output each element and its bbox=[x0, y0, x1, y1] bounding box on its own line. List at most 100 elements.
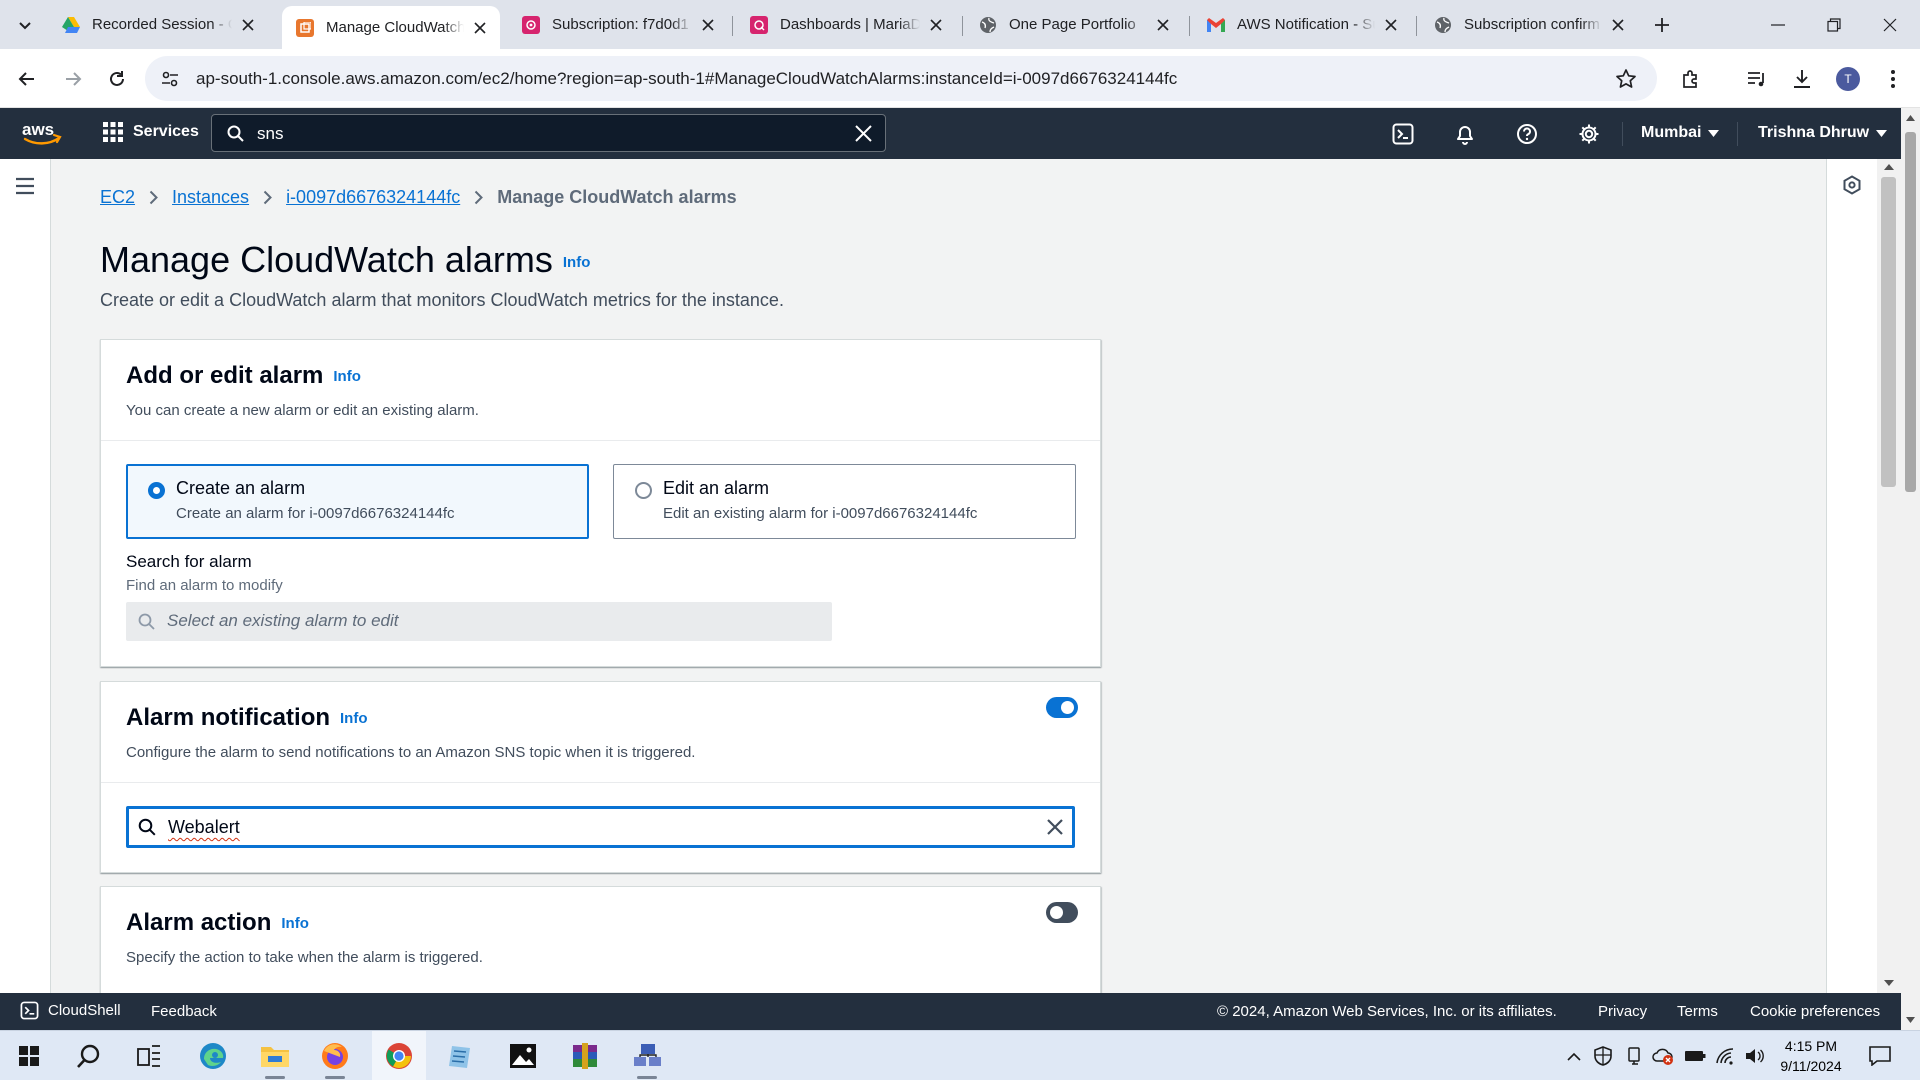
close-tab-icon[interactable] bbox=[1153, 15, 1173, 35]
terms-link[interactable]: Terms bbox=[1677, 1003, 1718, 1020]
page-scrollbar[interactable] bbox=[1877, 159, 1901, 993]
wifi-tray-icon[interactable] bbox=[1714, 1045, 1736, 1067]
aws-search-input[interactable]: sns bbox=[211, 114, 886, 152]
clear-search-icon[interactable] bbox=[855, 125, 872, 142]
sns-topic-input[interactable]: Webalert bbox=[126, 806, 1075, 848]
taskbar-clock[interactable]: 4:15 PM 9/11/2024 bbox=[1771, 1036, 1851, 1076]
scrollbar-thumb[interactable] bbox=[1881, 177, 1896, 487]
scroll-up-icon[interactable] bbox=[1884, 163, 1894, 170]
privacy-link[interactable]: Privacy bbox=[1598, 1003, 1647, 1020]
menu-toggle-button[interactable] bbox=[14, 177, 36, 195]
tab-title: One Page Portfolio bbox=[1009, 16, 1136, 33]
account-menu[interactable]: Trishna Dhruw bbox=[1758, 124, 1888, 142]
aws-logo[interactable]: aws bbox=[21, 120, 63, 146]
forward-button[interactable] bbox=[57, 63, 89, 95]
close-tab-icon[interactable] bbox=[698, 15, 718, 35]
browser-tab-1[interactable]: Manage CloudWatch bbox=[282, 6, 500, 49]
winrar-taskbar-icon[interactable] bbox=[558, 1031, 612, 1080]
security-tray-icon[interactable] bbox=[1592, 1045, 1614, 1067]
cookie-preferences-link[interactable]: Cookie preferences bbox=[1750, 1003, 1880, 1020]
services-menu[interactable]: Services bbox=[103, 122, 199, 142]
close-tab-icon[interactable] bbox=[926, 15, 946, 35]
volume-tray-icon[interactable] bbox=[1743, 1045, 1765, 1067]
show-hidden-icons-button[interactable] bbox=[1563, 1045, 1585, 1067]
browser-tab-0[interactable]: Recorded Session - G bbox=[48, 6, 268, 43]
tools-panel-button[interactable] bbox=[1842, 175, 1862, 195]
extensions-button[interactable] bbox=[1675, 63, 1707, 95]
edit-alarm-option[interactable]: Edit an alarm Edit an existing alarm for… bbox=[613, 464, 1076, 539]
photos-taskbar-icon[interactable] bbox=[496, 1031, 550, 1080]
edge-taskbar-icon[interactable] bbox=[186, 1031, 240, 1080]
breadcrumb-instance-id[interactable]: i-0097d6676324144fc bbox=[286, 187, 460, 208]
action-info-link[interactable]: Info bbox=[281, 915, 309, 932]
windows-start-button[interactable] bbox=[2, 1031, 56, 1080]
bookmark-star-icon[interactable] bbox=[1615, 68, 1637, 90]
help-button[interactable] bbox=[1514, 121, 1540, 147]
add-edit-title: Add or edit alarm bbox=[126, 362, 324, 389]
browser-tab-3[interactable]: Dashboards | MariaD bbox=[736, 6, 956, 43]
onedrive-error-tray-icon[interactable] bbox=[1652, 1045, 1674, 1067]
browser-tab-2[interactable]: Subscription: f7d0d1 bbox=[508, 6, 728, 43]
browser-tab-6[interactable]: Subscription confirm bbox=[1420, 6, 1638, 43]
page-info-link[interactable]: Info bbox=[563, 254, 591, 271]
scrollbar-thumb[interactable] bbox=[1905, 132, 1916, 492]
close-tab-icon[interactable] bbox=[238, 15, 258, 35]
firefox-taskbar-icon[interactable] bbox=[308, 1031, 362, 1080]
scroll-down-icon[interactable] bbox=[1906, 1017, 1915, 1024]
close-window-button[interactable] bbox=[1862, 0, 1918, 49]
feedback-link[interactable]: Feedback bbox=[151, 1003, 217, 1020]
chrome-taskbar-icon[interactable] bbox=[372, 1031, 426, 1080]
alarm-notification-toggle[interactable] bbox=[1046, 697, 1078, 718]
create-alarm-option[interactable]: Create an alarm Create an alarm for i-00… bbox=[126, 464, 589, 539]
back-button[interactable] bbox=[11, 63, 43, 95]
profile-avatar[interactable]: T bbox=[1836, 67, 1860, 91]
site-info-icon[interactable] bbox=[160, 69, 180, 89]
notepad-taskbar-icon[interactable] bbox=[434, 1031, 488, 1080]
side-navigation-rail bbox=[0, 159, 51, 993]
notification-center-button[interactable] bbox=[1867, 1045, 1893, 1067]
breadcrumb-ec2[interactable]: EC2 bbox=[100, 187, 135, 208]
scroll-down-icon[interactable] bbox=[1884, 980, 1894, 987]
create-alarm-radio[interactable] bbox=[148, 482, 165, 499]
tab-search-button[interactable] bbox=[8, 9, 42, 41]
task-view-button[interactable] bbox=[122, 1031, 176, 1080]
notification-info-link[interactable]: Info bbox=[340, 710, 368, 727]
cloudshell-link[interactable]: CloudShell bbox=[20, 1001, 121, 1020]
close-tab-icon[interactable] bbox=[470, 18, 490, 38]
edit-alarm-radio[interactable] bbox=[635, 482, 652, 499]
restore-window-button[interactable] bbox=[1806, 0, 1862, 49]
chevron-right-icon bbox=[474, 190, 484, 205]
browser-scrollbar[interactable] bbox=[1901, 108, 1920, 1030]
arrow-left-icon bbox=[18, 72, 34, 86]
clear-input-icon[interactable] bbox=[1045, 817, 1065, 837]
close-tab-icon[interactable] bbox=[1608, 15, 1628, 35]
add-edit-info-link[interactable]: Info bbox=[333, 368, 361, 385]
device-tray-icon[interactable] bbox=[1624, 1045, 1646, 1067]
breadcrumb-instances[interactable]: Instances bbox=[172, 187, 249, 208]
reload-button[interactable] bbox=[101, 63, 133, 95]
media-controls-button[interactable] bbox=[1741, 63, 1773, 95]
taskbar-search-button[interactable] bbox=[62, 1031, 116, 1080]
close-tab-icon[interactable] bbox=[1381, 15, 1401, 35]
network-tool-taskbar-icon[interactable] bbox=[620, 1031, 674, 1080]
browser-tab-strip: Recorded Session - G Manage CloudWatch S… bbox=[0, 0, 1920, 49]
address-bar[interactable]: ap-south-1.console.aws.amazon.com/ec2/ho… bbox=[145, 56, 1657, 101]
file-explorer-taskbar-icon[interactable] bbox=[248, 1031, 302, 1080]
page-description: Create or edit a CloudWatch alarm that m… bbox=[100, 290, 784, 310]
search-alarm-input[interactable]: Select an existing alarm to edit bbox=[126, 602, 832, 641]
chrome-menu-button[interactable] bbox=[1877, 63, 1909, 95]
region-selector[interactable]: Mumbai bbox=[1641, 124, 1720, 142]
search-icon bbox=[77, 1044, 100, 1068]
battery-tray-icon[interactable] bbox=[1684, 1045, 1706, 1067]
minimize-window-button[interactable] bbox=[1750, 0, 1806, 49]
minimize-icon bbox=[1771, 23, 1785, 26]
alarm-action-toggle[interactable] bbox=[1046, 902, 1078, 923]
downloads-button[interactable] bbox=[1786, 63, 1818, 95]
cloudshell-nav-button[interactable] bbox=[1390, 121, 1416, 147]
notifications-button[interactable] bbox=[1452, 121, 1478, 147]
new-tab-button[interactable] bbox=[1647, 11, 1677, 39]
settings-button[interactable] bbox=[1576, 121, 1602, 147]
scroll-up-icon[interactable] bbox=[1906, 114, 1915, 121]
browser-tab-4[interactable]: One Page Portfolio bbox=[965, 6, 1183, 43]
browser-tab-5[interactable]: AWS Notification - Su bbox=[1193, 6, 1411, 43]
